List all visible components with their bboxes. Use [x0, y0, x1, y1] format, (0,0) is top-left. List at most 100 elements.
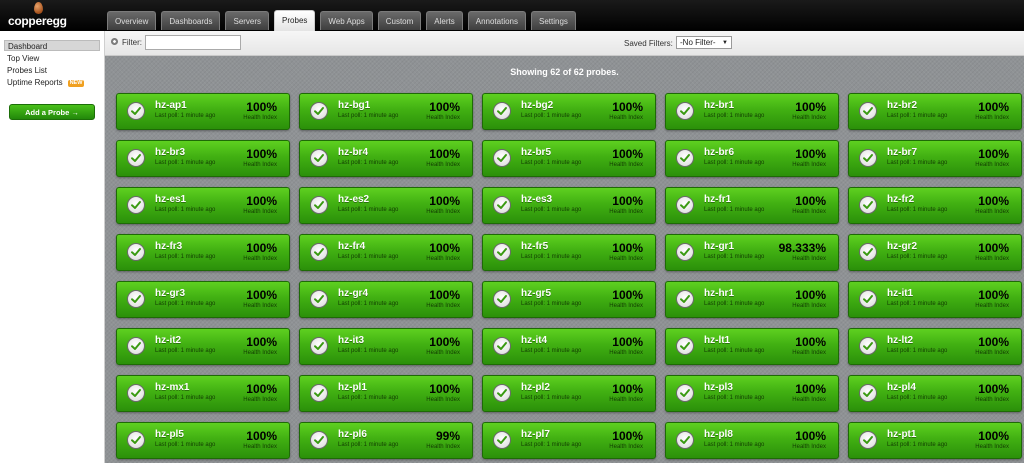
tab-settings[interactable]: Settings: [531, 11, 576, 30]
tab-servers[interactable]: Servers: [225, 11, 270, 30]
health-index-label: Health Index: [792, 162, 826, 168]
health-index-label: Health Index: [243, 162, 277, 168]
probe-card-hz-pl8[interactable]: hz-pl8 Last poll: 1 minute ago 100% Health …: [665, 422, 839, 459]
check-icon: [310, 149, 328, 167]
probe-card-hz-hr1[interactable]: hz-hr1 Last poll: 1 minute ago 100% Health …: [665, 281, 839, 318]
probe-name: hz-pl4: [887, 382, 916, 393]
probe-card-hz-pl2[interactable]: hz-pl2 Last poll: 1 minute ago 100% Health …: [482, 375, 656, 412]
probe-card-hz-it4[interactable]: hz-it4 Last poll: 1 minute ago 100% Health …: [482, 328, 656, 365]
sidebar-item-top-view[interactable]: Top View: [4, 53, 100, 64]
probe-card-hz-gr3[interactable]: hz-gr3 Last poll: 1 minute ago 100% Health …: [116, 281, 290, 318]
probe-name: hz-it2: [155, 335, 182, 346]
tab-overview[interactable]: Overview: [107, 11, 157, 30]
health-index-value: 100%: [246, 382, 277, 396]
tab-alerts[interactable]: Alerts: [426, 11, 463, 30]
probe-card-hz-br3[interactable]: hz-br3 Last poll: 1 minute ago 100% Health …: [116, 140, 290, 177]
copperegg-logo[interactable]: copperegg: [8, 2, 68, 29]
check-icon: [127, 149, 145, 167]
last-poll-text: Last poll: 1 minute ago: [155, 348, 216, 354]
add-probe-button[interactable]: Add a Probe →: [9, 104, 95, 120]
health-index-label: Health Index: [609, 350, 643, 356]
probe-card-hz-bg2[interactable]: hz-bg2 Last poll: 1 minute ago 100% Health …: [482, 93, 656, 130]
probe-card-hz-it2[interactable]: hz-it2 Last poll: 1 minute ago 100% Health …: [116, 328, 290, 365]
sidebar-item-label: Probes List: [7, 66, 48, 75]
tab-annotations[interactable]: Annotations: [467, 11, 527, 30]
probe-card-hz-it3[interactable]: hz-it3 Last poll: 1 minute ago 100% Health …: [299, 328, 473, 365]
probe-card-hz-br4[interactable]: hz-br4 Last poll: 1 minute ago 100% Health …: [299, 140, 473, 177]
filter-input[interactable]: [145, 35, 241, 50]
probe-card-hz-pt1[interactable]: hz-pt1 Last poll: 1 minute ago 100% Health …: [848, 422, 1022, 459]
probe-card-hz-lt1[interactable]: hz-lt1 Last poll: 1 minute ago 100% Health …: [665, 328, 839, 365]
probe-card-hz-br2[interactable]: hz-br2 Last poll: 1 minute ago 100% Health …: [848, 93, 1022, 130]
sidebar-item-uptime-reports[interactable]: Uptime Reports NEW: [4, 77, 100, 88]
probe-card-hz-fr1[interactable]: hz-fr1 Last poll: 1 minute ago 100% Health …: [665, 187, 839, 224]
probe-card-hz-br7[interactable]: hz-br7 Last poll: 1 minute ago 100% Health …: [848, 140, 1022, 177]
health-index-label: Health Index: [975, 162, 1009, 168]
health-index-value: 100%: [246, 241, 277, 255]
probe-card-hz-ap1[interactable]: hz-ap1 Last poll: 1 minute ago 100% Health …: [116, 93, 290, 130]
check-icon: [859, 290, 877, 308]
filter-toggle-icon[interactable]: [111, 38, 118, 45]
health-index-value: 100%: [612, 382, 643, 396]
probe-name: hz-bg2: [521, 100, 554, 111]
sidebar-item-label: Uptime Reports: [7, 78, 63, 87]
probe-card-hz-gr2[interactable]: hz-gr2 Last poll: 1 minute ago 100% Health …: [848, 234, 1022, 271]
last-poll-text: Last poll: 1 minute ago: [704, 254, 765, 260]
health-index-value: 100%: [429, 147, 460, 161]
probe-card-hz-lt2[interactable]: hz-lt2 Last poll: 1 minute ago 100% Health …: [848, 328, 1022, 365]
health-index-value: 100%: [978, 147, 1009, 161]
health-index-value: 100%: [978, 100, 1009, 114]
probe-name: hz-es3: [521, 194, 553, 205]
probe-card-hz-br6[interactable]: hz-br6 Last poll: 1 minute ago 100% Health …: [665, 140, 839, 177]
probe-card-hz-bg1[interactable]: hz-bg1 Last poll: 1 minute ago 100% Health …: [299, 93, 473, 130]
probe-card-hz-fr5[interactable]: hz-fr5 Last poll: 1 minute ago 100% Health …: [482, 234, 656, 271]
probe-card-hz-pl3[interactable]: hz-pl3 Last poll: 1 minute ago 100% Health …: [665, 375, 839, 412]
check-icon: [859, 102, 877, 120]
probe-card-hz-br5[interactable]: hz-br5 Last poll: 1 minute ago 100% Health …: [482, 140, 656, 177]
last-poll-text: Last poll: 1 minute ago: [887, 160, 948, 166]
last-poll-text: Last poll: 1 minute ago: [155, 301, 216, 307]
tab-dashboards[interactable]: Dashboards: [161, 11, 221, 30]
health-index-label: Health Index: [975, 303, 1009, 309]
health-index-label: Health Index: [426, 115, 460, 121]
last-poll-text: Last poll: 1 minute ago: [521, 442, 582, 448]
probe-card-hz-es2[interactable]: hz-es2 Last poll: 1 minute ago 100% Health …: [299, 187, 473, 224]
sidebar-item-dashboard[interactable]: Dashboard: [4, 40, 100, 51]
check-icon: [493, 102, 511, 120]
check-icon: [310, 384, 328, 402]
probe-count-summary: Showing 62 of 62 probes.: [510, 67, 619, 77]
probe-card-hz-gr5[interactable]: hz-gr5 Last poll: 1 minute ago 100% Health …: [482, 281, 656, 318]
health-index-label: Health Index: [426, 162, 460, 168]
check-icon: [310, 290, 328, 308]
probe-card-hz-fr2[interactable]: hz-fr2 Last poll: 1 minute ago 100% Health …: [848, 187, 1022, 224]
check-icon: [676, 243, 694, 261]
tab-probes[interactable]: Probes: [274, 10, 316, 31]
health-index-value: 100%: [612, 100, 643, 114]
probe-card-hz-pl5[interactable]: hz-pl5 Last poll: 1 minute ago 100% Health …: [116, 422, 290, 459]
probe-card-hz-mx1[interactable]: hz-mx1 Last poll: 1 minute ago 100% Health …: [116, 375, 290, 412]
saved-filters-select[interactable]: -No Filter- ▼: [676, 36, 732, 49]
health-index-label: Health Index: [243, 303, 277, 309]
health-index-value: 100%: [246, 194, 277, 208]
probe-card-hz-it1[interactable]: hz-it1 Last poll: 1 minute ago 100% Health …: [848, 281, 1022, 318]
probe-card-hz-fr3[interactable]: hz-fr3 Last poll: 1 minute ago 100% Health …: [116, 234, 290, 271]
last-poll-text: Last poll: 1 minute ago: [338, 113, 399, 119]
probe-card-hz-es3[interactable]: hz-es3 Last poll: 1 minute ago 100% Health …: [482, 187, 656, 224]
probe-card-hz-pl6[interactable]: hz-pl6 Last poll: 1 minute ago 99% Health I…: [299, 422, 473, 459]
probe-card-hz-br1[interactable]: hz-br1 Last poll: 1 minute ago 100% Health …: [665, 93, 839, 130]
probe-name: hz-hr1: [704, 288, 734, 299]
probe-card-hz-pl7[interactable]: hz-pl7 Last poll: 1 minute ago 100% Health …: [482, 422, 656, 459]
probe-card-hz-gr4[interactable]: hz-gr4 Last poll: 1 minute ago 100% Health …: [299, 281, 473, 318]
health-index-label: Health Index: [426, 444, 460, 450]
probe-card-hz-pl4[interactable]: hz-pl4 Last poll: 1 minute ago 100% Health …: [848, 375, 1022, 412]
probe-card-hz-es1[interactable]: hz-es1 Last poll: 1 minute ago 100% Health …: [116, 187, 290, 224]
probe-card-hz-pl1[interactable]: hz-pl1 Last poll: 1 minute ago 100% Health …: [299, 375, 473, 412]
tab-custom[interactable]: Custom: [377, 11, 422, 30]
probe-name: hz-pl3: [704, 382, 733, 393]
tab-web-apps[interactable]: Web Apps: [320, 11, 373, 30]
sidebar-item-probes-list[interactable]: Probes List: [4, 65, 100, 76]
health-index-value: 100%: [795, 288, 826, 302]
probe-card-hz-fr4[interactable]: hz-fr4 Last poll: 1 minute ago 100% Health …: [299, 234, 473, 271]
probe-card-hz-gr1[interactable]: hz-gr1 Last poll: 1 minute ago 98.333% Heal…: [665, 234, 839, 271]
probe-name: hz-es1: [155, 194, 187, 205]
